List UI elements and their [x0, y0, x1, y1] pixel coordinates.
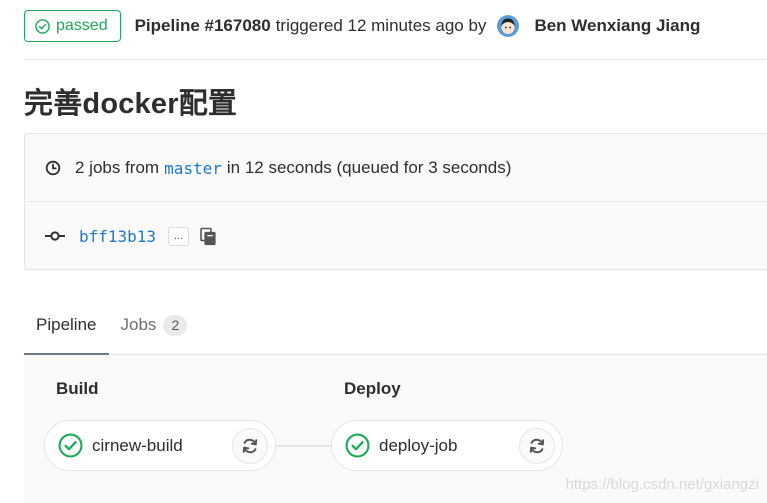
- status-label: passed: [56, 17, 108, 34]
- success-status-icon: [345, 433, 370, 458]
- page-title: 完善docker配置: [24, 88, 238, 120]
- job-name: cirnew-build: [92, 435, 183, 455]
- retry-icon: [242, 438, 258, 454]
- retry-icon: [529, 438, 545, 454]
- retry-job-button[interactable]: [232, 428, 268, 464]
- avatar[interactable]: [497, 15, 520, 37]
- tab-label: Jobs: [120, 315, 157, 334]
- stage-title-deploy: Deploy: [344, 379, 401, 398]
- job-deploy-job[interactable]: deploy-job: [331, 420, 563, 471]
- stage-connector: [274, 445, 332, 447]
- expand-commit-message-button[interactable]: ...: [168, 226, 190, 246]
- pipeline-tabs: Pipeline Jobs 2: [24, 296, 767, 355]
- copy-icon[interactable]: [198, 226, 218, 246]
- divider: [25, 201, 767, 202]
- commit-icon: [45, 231, 65, 241]
- commit-row: bff13b13 ...: [45, 226, 218, 246]
- pipeline-info-box: 2 jobs from master in 12 seconds (queued…: [24, 133, 767, 270]
- pipeline-header: passed Pipeline #167080 triggered 12 min…: [24, 10, 767, 42]
- check-circle-icon: [35, 18, 50, 34]
- commit-sha-link[interactable]: bff13b13: [79, 227, 156, 246]
- author-link[interactable]: Ben Wenxiang Jiang: [534, 16, 700, 36]
- success-status-icon: [58, 433, 83, 458]
- stage-title-build: Build: [56, 379, 99, 398]
- status-badge[interactable]: passed: [24, 10, 121, 42]
- jobs-count-badge: 2: [163, 314, 188, 336]
- jobs-summary: 2 jobs from master in 12 seconds (queued…: [45, 158, 511, 178]
- pipeline-id: Pipeline #167080: [134, 16, 271, 35]
- tab-pipeline[interactable]: Pipeline: [24, 296, 109, 355]
- duration-text: in 12 seconds (queued for 3 seconds): [226, 158, 512, 177]
- tab-label: Pipeline: [36, 314, 97, 334]
- tab-jobs[interactable]: Jobs 2: [109, 296, 200, 354]
- clock-icon: [45, 160, 61, 176]
- jobs-count-text: 2 jobs from: [75, 158, 160, 177]
- divider: [24, 59, 767, 60]
- watermark: https://blog.csdn.net/gxiangzi: [565, 476, 759, 493]
- job-name: deploy-job: [379, 435, 458, 455]
- retry-job-button[interactable]: [519, 428, 555, 464]
- triggered-text: triggered 12 minutes ago by: [275, 16, 487, 35]
- branch-link[interactable]: master: [164, 159, 222, 178]
- job-cirnew-build[interactable]: cirnew-build: [44, 420, 276, 471]
